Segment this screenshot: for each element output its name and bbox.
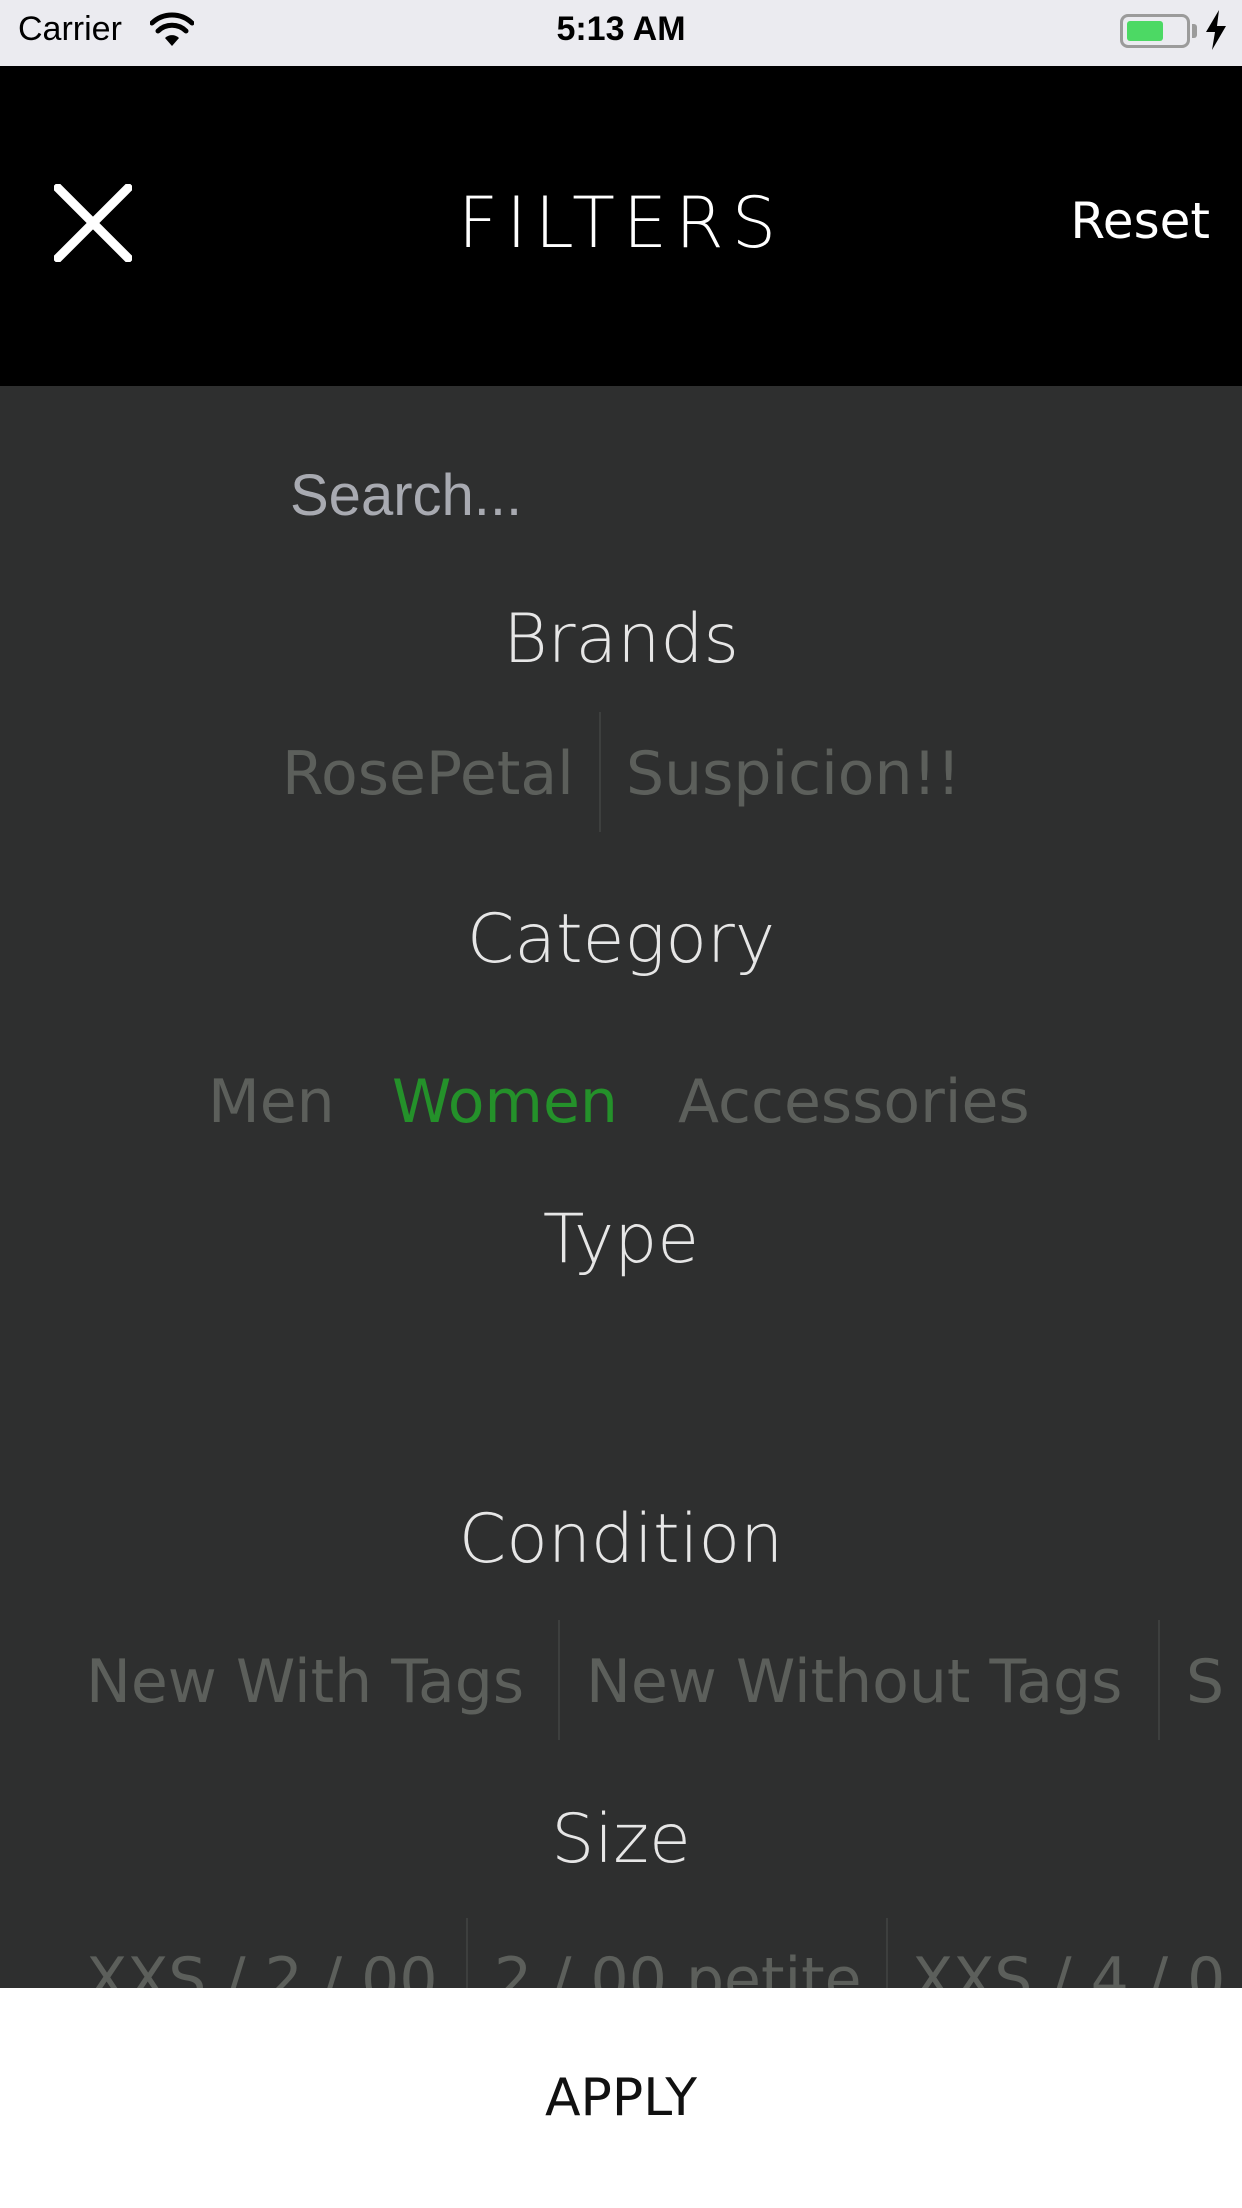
condition-chip-partial[interactable]: S [1186,1620,1224,1744]
size-chip-xxs-4-0[interactable]: XXS / 4 / 0 [912,1918,1225,1988]
chip-divider [886,1918,888,1988]
battery-icon [1120,14,1190,48]
apply-bar: APPLY [0,1988,1242,2208]
category-chip-men[interactable]: Men [208,1040,335,1164]
condition-title: Condition [458,1500,784,1579]
brands-title: Brands [503,600,739,679]
size-chip-xxs-2-00[interactable]: XXS / 2 / 00 [86,1918,438,1988]
chip-divider [466,1918,468,1988]
filters-header: FILTERS Reset [0,66,1242,386]
condition-chip-new-with-tags[interactable]: New With Tags [86,1620,524,1744]
reset-button[interactable]: Reset [1070,192,1210,250]
battery-cap [1192,24,1197,38]
apply-button[interactable]: APPLY [0,1988,1242,2208]
status-time: 5:13 AM [556,10,686,48]
size-title: Size [551,1800,691,1879]
chip-divider [558,1620,560,1740]
condition-chip-new-without-tags[interactable]: New Without Tags [586,1620,1122,1744]
charging-icon [1206,10,1226,50]
brand-chip-suspicion[interactable]: Suspicion!! [626,712,961,836]
status-bar: Carrier 5:13 AM [0,0,1242,66]
category-row: Men Women Accessories [0,1040,1242,1164]
brand-chip-rosepetal[interactable]: RosePetal [282,712,574,836]
category-chip-women[interactable]: Women [392,1040,618,1164]
type-title: Type [542,1200,700,1279]
condition-row: New With Tags New Without Tags S [0,1620,1242,1744]
brands-row: RosePetal Suspicion!! [0,712,1242,836]
search-input[interactable] [290,462,1090,529]
size-row: XXS / 2 / 00 2 / 00 petite XXS / 4 / 0 [0,1918,1242,1988]
category-title: Category [466,900,776,979]
chip-divider [599,712,601,832]
page-title: FILTERS [457,182,785,264]
size-chip-2-00-petite[interactable]: 2 / 00 petite [494,1918,862,1988]
chip-divider [1158,1620,1160,1740]
category-chip-accessories[interactable]: Accessories [678,1040,1030,1164]
